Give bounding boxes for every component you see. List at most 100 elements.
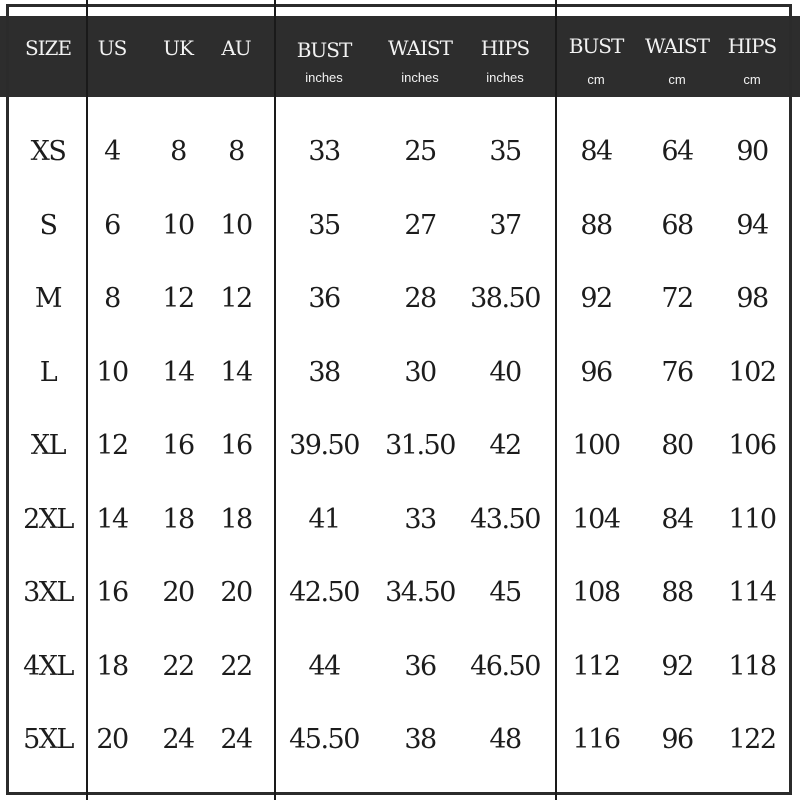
cell-waist-in: 30 <box>404 356 437 388</box>
cell-hips-in: 46.50 <box>470 650 541 682</box>
cell-uk: 18 <box>162 503 195 535</box>
cell-bust-cm: 96 <box>580 356 613 388</box>
cell-hips-in: 45 <box>489 577 522 608</box>
cell-bust-in: 36 <box>308 283 341 314</box>
cell-waist-cm: 92 <box>661 650 694 682</box>
column-header-size: SIZE <box>24 36 72 60</box>
cell-uk: 8 <box>170 136 187 167</box>
column-header-bust-in: BUST <box>296 38 353 62</box>
cell-au: 14 <box>220 356 253 388</box>
cell-us: 20 <box>96 724 129 755</box>
cell-bust-cm: 84 <box>580 136 613 167</box>
cell-bust-cm: 88 <box>580 209 613 241</box>
cell-uk: 22 <box>162 650 195 682</box>
cell-uk: 12 <box>162 283 195 314</box>
column-header-au: AU <box>221 36 251 60</box>
column-divider-size <box>86 0 88 800</box>
cell-hips-cm: 94 <box>736 209 769 241</box>
cell-hips-cm: 110 <box>728 503 777 535</box>
cell-size: 3XL <box>23 577 74 608</box>
column-divider-regions <box>274 0 276 800</box>
cell-bust-cm: 104 <box>572 503 621 535</box>
cell-bust-in: 33 <box>308 136 341 167</box>
cell-au: 8 <box>228 136 245 167</box>
cell-us: 12 <box>96 430 129 461</box>
cell-bust-cm: 92 <box>580 283 613 314</box>
cell-hips-cm: 114 <box>728 577 777 608</box>
cell-us: 8 <box>104 283 121 314</box>
cell-waist-in: 36 <box>404 650 437 682</box>
cell-bust-in: 44 <box>308 650 341 682</box>
column-header-uk: UK <box>163 36 194 60</box>
cell-waist-in: 33 <box>404 503 437 535</box>
cell-bust-in: 35 <box>308 209 341 241</box>
cell-hips-cm: 106 <box>728 430 777 461</box>
column-unit-bust-in: inches <box>305 70 343 85</box>
cell-waist-cm: 72 <box>661 283 694 314</box>
cell-waist-in: 25 <box>404 136 437 167</box>
cell-hips-cm: 90 <box>736 136 769 167</box>
cell-waist-cm: 88 <box>661 577 694 608</box>
cell-bust-in: 39.50 <box>289 430 360 461</box>
cell-uk: 24 <box>162 724 195 755</box>
cell-bust-in: 42.50 <box>289 577 360 608</box>
cell-au: 16 <box>220 430 253 461</box>
cell-us: 16 <box>96 577 129 608</box>
cell-waist-in: 28 <box>404 283 437 314</box>
cell-size: XS <box>30 136 67 167</box>
cell-waist-cm: 96 <box>661 724 694 755</box>
cell-waist-cm: 80 <box>661 430 694 461</box>
cell-hips-in: 42 <box>489 430 522 461</box>
cell-hips-cm: 102 <box>728 356 777 388</box>
cell-size: 5XL <box>23 724 74 755</box>
cell-hips-in: 35 <box>489 136 522 167</box>
cell-waist-cm: 64 <box>661 136 694 167</box>
column-header-hips-in: HIPS <box>480 36 530 60</box>
cell-size: XL <box>30 430 67 461</box>
cell-uk: 16 <box>162 430 195 461</box>
cell-size: L <box>39 356 58 388</box>
cell-bust-cm: 112 <box>572 650 621 682</box>
cell-bust-in: 38 <box>308 356 341 388</box>
cell-size: 4XL <box>23 650 74 682</box>
column-unit-waist-cm: cm <box>668 72 686 87</box>
cell-waist-cm: 84 <box>661 503 694 535</box>
cell-bust-in: 45.50 <box>289 724 360 755</box>
cell-waist-in: 27 <box>404 209 437 241</box>
column-header-waist-cm: WAIST <box>645 34 710 58</box>
cell-size: 2XL <box>23 503 74 535</box>
cell-us: 4 <box>104 136 121 167</box>
cell-au: 18 <box>220 503 253 535</box>
cell-bust-cm: 108 <box>572 577 621 608</box>
column-header-us: US <box>97 36 128 60</box>
column-header-hips-cm: HIPS <box>727 34 777 58</box>
cell-us: 18 <box>96 650 129 682</box>
column-unit-bust-cm: cm <box>587 72 605 87</box>
cell-au: 20 <box>220 577 253 608</box>
cell-uk: 14 <box>162 356 195 388</box>
cell-uk: 20 <box>162 577 195 608</box>
column-unit-hips-cm: cm <box>743 72 761 87</box>
cell-hips-in: 43.50 <box>470 503 541 535</box>
cell-waist-cm: 76 <box>661 356 694 388</box>
cell-waist-in: 34.50 <box>385 577 456 608</box>
cell-au: 10 <box>220 209 253 241</box>
cell-au: 24 <box>220 724 253 755</box>
cell-us: 6 <box>104 209 121 241</box>
cell-hips-in: 37 <box>489 209 522 241</box>
cell-bust-cm: 100 <box>572 430 621 461</box>
column-header-waist-in: WAIST <box>388 36 453 60</box>
column-unit-hips-in: inches <box>486 70 524 85</box>
cell-size: M <box>34 283 63 314</box>
cell-waist-in: 31.50 <box>385 430 456 461</box>
cell-waist-in: 38 <box>404 724 437 755</box>
cell-hips-in: 40 <box>489 356 522 388</box>
cell-hips-cm: 118 <box>728 650 777 682</box>
cell-us: 14 <box>96 503 129 535</box>
cell-size: S <box>39 209 59 241</box>
cell-waist-cm: 68 <box>661 209 694 241</box>
cell-bust-cm: 116 <box>572 724 621 755</box>
cell-hips-cm: 122 <box>728 724 777 755</box>
cell-au: 12 <box>220 283 253 314</box>
cell-hips-in: 48 <box>489 724 522 755</box>
